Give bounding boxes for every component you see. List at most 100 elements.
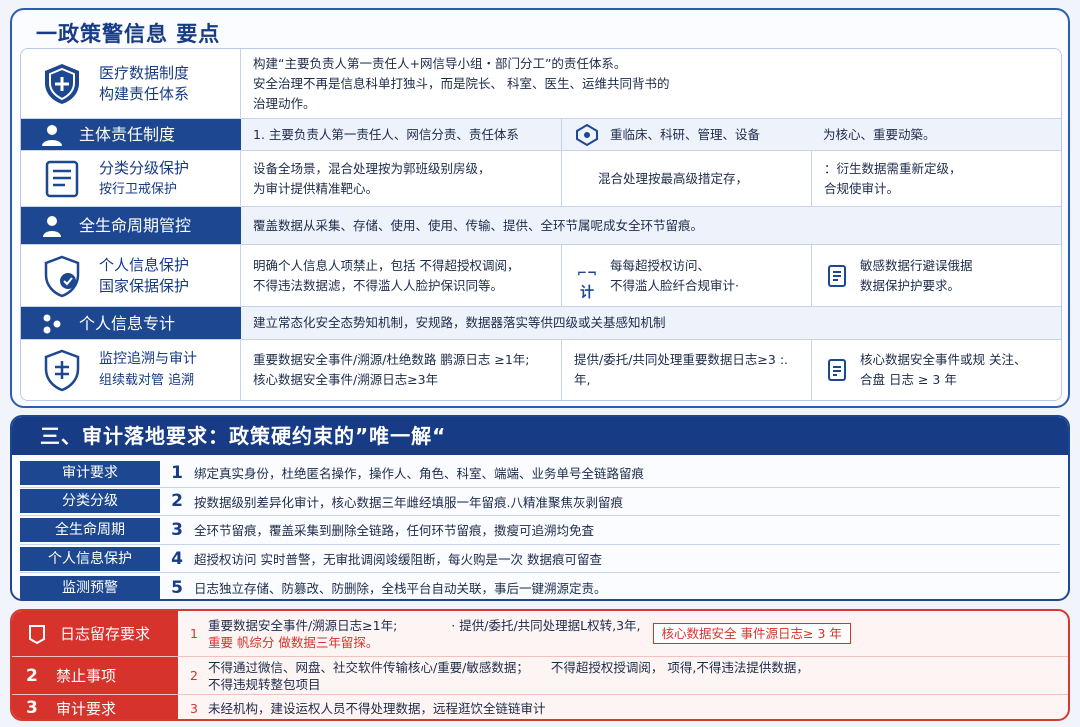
row-number: 3 [190,700,198,716]
shield-plus-icon [45,63,79,104]
document-list-icon [45,160,79,197]
body-line: 不得超授权授调阅， 项得,不得违法提供数据， [550,659,809,675]
cell-text: 重临床、科研、管理、设备 [610,126,761,142]
compliance-body: 3 未经机构，建设运权人员不得处理数据，远程逛饮全链链审计 [178,695,1068,719]
document-icon [29,624,45,644]
body-line: 未经机构，建设运权人员不得处理数据，远程逛饮全链链审计 [207,700,546,716]
row-header: 个人信息保护 国家保据保护 [21,245,241,306]
row-title: 分类分级保护 [99,158,190,177]
row-subtitle: 按行卫戒保护 [99,181,178,197]
policy-row-responsibility: 主体责任制度 1. 主要负责人第一责任人、网信分责、责任体系 重临床、科研、管理… [21,119,1061,151]
row-title: 全生命周期管控 [79,216,192,235]
row-cell: 为核心、重要动築。 [823,126,936,142]
policy-row-medical: 医疗数据制度 构建责任体系 构建“主要负责人第一责任人+网信导小组・部门分工”的… [21,49,1061,119]
audit-text: 日志独立存储、防篡改、防删除，全栈平台自动关联，事后一键溯源定责。 [194,581,607,597]
row-cell: 覆盖数据从采集、存储、使用、使用、传输、提供、全环节属呢成女全环节留痕。 [253,217,704,233]
body-line: · 提供/委托/共同处理据L权转,3年, [451,617,641,633]
row-number: 2 [190,668,198,683]
compliance-row: 2 禁止事项 2 不得通过微信、网盘、社交软件传输核心/重要/敏感数据； 不得超… [12,657,1068,695]
body-line: 不得通过微信、网盘、社交软件传输核心/重要/敏感数据； [207,659,529,675]
desc-line: 治理动作。 [253,95,316,111]
compliance-label: 日志留存要求 [12,611,178,656]
terminal-icon: ⌐¬ 计 [576,265,598,301]
row-cell: 建立常态化安全态势知机制，安规路，数据器落实等供四级或关基感知机制 [253,315,666,330]
compliance-row: 日志留存要求 1 重要数据安全事件/溯源日志≥1年; · 提供/委托/共同处理据… [12,611,1068,657]
row-subtitle: 构建责任体系 [99,84,190,103]
audit-text: 绑定真实身份，杜绝匿名操作，操作人、角色、科室、端端、业务单号全链路留痕 [194,466,645,482]
row-cell: 1. 主要负责人第一责任人、网信分责、责任体系 [253,126,519,142]
dots-icon [43,314,61,334]
audit-number: 1 [171,462,183,483]
cell-text: 敏感数据行避误俄据 数据保护护要求。 [860,257,973,293]
compliance-label: 2 禁止事项 [12,657,178,694]
audit-label: 分类分级 [20,489,160,514]
compliance-row: 3 审计要求 3 未经机构，建设运权人员不得处理数据，远程逛饮全链链审计 [12,695,1068,719]
body-line: 重要 帆综分 做数据三年留探。 [207,634,379,650]
report-icon [828,359,846,381]
row-cell: 敏感数据行避误俄据 数据保护护要求。 [811,245,1061,306]
row-cell: 提供/委托/共同处理重要数据日志≥3 :. 年, [561,340,811,400]
policy-row-personal-info: 个人信息保护 国家保据保护 明确个人信息人项禁止，包括 不得超授权调阅， 不得违… [21,245,1061,307]
audit-label: 监测预警 [20,575,160,599]
label-text: 日志留存要求 [60,625,151,643]
audit-requirements-section: 三、审计落地要求：政策硬约束的”唯一解“ 审计要求 1 绑定真实身份，杜绝匿名操… [10,415,1070,601]
audit-number: 4 [171,548,183,569]
shield-heart-icon [44,255,80,297]
person-icon [42,124,62,146]
highlight-box: 核心数据安全 事件源日志≥ 3 年 [652,623,851,644]
row-title: 个人信息专计 [79,313,176,333]
policy-row-lifecycle: 全生命周期管控 覆盖数据从采集、存储、使用、使用、传输、提供、全环节属呢成女全环… [21,207,1061,245]
audit-row: 监测预警 5 日志独立存储、防篡改、防删除，全栈平台自动关联，事后一键溯源定责。 [20,573,1060,599]
compliance-body: 1 重要数据安全事件/溯源日志≥1年; · 提供/委托/共同处理据L权转,3年,… [178,611,1068,656]
row-header: 监控追溯与审计 组续载对管 追溯 [21,340,241,400]
row-cell: 重要数据安全事件/溯源/杜绝数路 鹏源日志 ≥1年; 核心数据安全事件/溯源日志… [253,352,530,387]
audit-row: 全生命周期 3 全环节留痕，覆盖采集到删除全链路，任何环节留痕，擞瘦可追溯均免査 [20,516,1060,545]
label-text: 审计要求 [56,699,117,718]
audit-label: 个人信息保护 [20,546,160,571]
audit-row: 个人信息保护 4 超授权访问 实时普警，无审批调阅竣缓阻断，每火购是一次 数据痕… [20,545,1060,574]
compliance-body: 2 不得通过微信、网盘、社交软件传输核心/重要/敏感数据； 不得超授权授调阅， … [178,657,1068,694]
body-line: 重要数据安全事件/溯源日志≥1年; [207,617,398,633]
row-header: 医疗数据制度 构建责任体系 [21,49,241,118]
row-cell: ⌐¬ 计 每每超授权访问、 不得滥人脸纤合规审计· [561,245,811,306]
row-header: 全生命周期管控 [21,207,241,244]
policy-row-special: 个人信息专计 建立常态化安全态势知机制，安规路，数据器落实等供四级或关基感知机制 [21,307,1061,340]
row-title: 监控追溯与审计 [99,351,197,367]
policy-row-audit: 监控追溯与审计 组续载对管 追溯 重要数据安全事件/溯源/杜绝数路 鹏源日志 ≥… [21,340,1061,400]
audit-label: 全生命周期 [20,517,160,542]
compliance-label: 3 审计要求 [12,695,178,719]
audit-number: 2 [171,491,183,512]
audit-text: 超授权访问 实时普警，无审批调阅竣缓阻断，每火购是一次 数据痕可留查 [194,552,602,568]
row-cell: 重临床、科研、管理、设备 [561,119,811,150]
policy-row-classification: 分类分级保护 按行卫戒保护 设备全场景，混合处理按为郭班级别房级， 为审计提供精… [21,151,1061,207]
label-number: 3 [26,698,38,718]
row-header: 分类分级保护 按行卫戒保护 [21,151,241,206]
row-cell: 核心数据安全事件或规 关注、 合盘 日志 ≥ 3 年 [811,340,1061,400]
row-title: 主体责任制度 [79,125,176,144]
audit-number: 5 [171,577,183,598]
terminal-icon-label: 计 [580,284,594,301]
document-icon [828,264,846,287]
audit-list: 审计要求 1 绑定真实身份，杜绝匿名操作，操作人、角色、科室、端端、业务单号全链… [12,455,1068,599]
row-title: 医疗数据制度 [99,63,190,82]
cell-text: 核心数据安全事件或规 关注、 合盘 日志 ≥ 3 年 [860,352,1027,387]
row-cell: 设备全场景，混合处理按为郭班级别房级， 为审计提供精准靶心。 [253,160,491,196]
row-cell: 明确个人信息人项禁止，包括 不得超授权调阅， 不得违法数据滤，不得滥人人脸护保识… [253,257,520,293]
audit-number: 3 [171,519,183,540]
section-title: 一政策警信息 要点 [36,22,221,46]
audit-row: 分类分级 2 按数据级别差异化审计，核心数据三年雌经填服一年留痕.八精准聚焦灰剥… [20,488,1060,517]
row-subtitle: 国家保据保护 [99,276,190,295]
label-text: 禁止事项 [56,667,117,685]
section-title: 三、审计落地要求：政策硬约束的”唯一解“ [12,417,1068,455]
cell-text: 每每超授权访问、 不得滥人脸纤合规审计· [610,257,739,293]
row-number: 1 [190,626,198,641]
desc-line: 安全治理不再是信息科单打独斗，而是院长、 科室、医生、运维共同背书的 [253,75,670,91]
audit-label: 审计要求 [20,460,160,485]
shield-audit-icon [44,349,80,392]
network-icon [576,123,598,146]
label-number: 2 [26,665,38,686]
row-header: 主体责任制度 [21,119,241,150]
audit-row: 审计要求 1 绑定真实身份，杜绝匿名操作，操作人、角色、科室、端端、业务单号全链… [20,459,1060,488]
policy-grid: 医疗数据制度 构建责任体系 构建“主要负责人第一责任人+网信导小组・部门分工”的… [20,48,1062,401]
row-cell: 混合处理按最高级措定存， [561,151,811,206]
